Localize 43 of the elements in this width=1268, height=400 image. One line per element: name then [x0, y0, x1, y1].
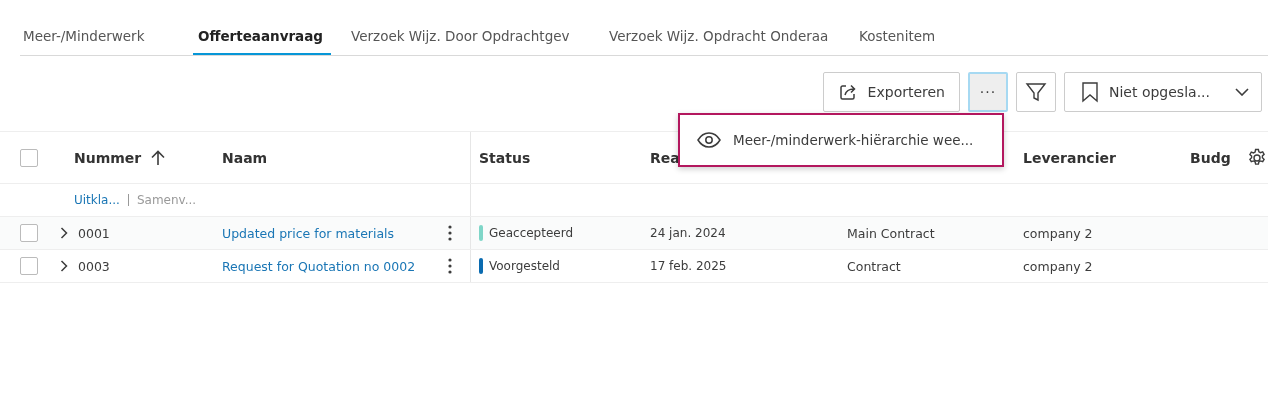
menu-item[interactable]: Meer-/minderwerk-hiërarchie wee...	[680, 132, 974, 148]
status-text: Voorgesteld	[489, 259, 560, 273]
table-cell: 24 jan. 2024	[650, 226, 726, 240]
row-checkbox[interactable]	[20, 224, 38, 242]
chevron-right-icon[interactable]	[60, 227, 68, 239]
share-icon	[837, 82, 858, 102]
column-header[interactable]: Rea	[650, 149, 680, 166]
filter-icon	[1025, 81, 1047, 103]
column-header[interactable]: Status	[479, 149, 531, 166]
table-cell: company 2	[1023, 225, 1093, 241]
column-header[interactable]: Leverancier	[1023, 149, 1116, 166]
table-cell: Contract	[847, 258, 901, 274]
eye-icon	[697, 132, 721, 148]
kebab-menu-icon[interactable]	[448, 258, 452, 274]
status-text: Geaccepteerd	[489, 226, 574, 240]
kebab-menu-icon[interactable]	[448, 225, 452, 241]
column-header[interactable]: Nummer	[74, 149, 142, 166]
chevron-right-icon[interactable]	[60, 260, 68, 272]
table-cell: 0003	[78, 258, 110, 274]
column-header[interactable]: Budg	[1190, 149, 1231, 166]
sort-up-icon	[151, 149, 166, 166]
table-cell: Main Contract	[847, 225, 935, 241]
table-cell: 0001	[78, 225, 110, 241]
settings-icon[interactable]	[1246, 147, 1267, 168]
filter-button[interactable]	[1016, 72, 1056, 112]
row-checkbox[interactable]	[20, 257, 38, 275]
name-link[interactable]: Request for Quotation no 0002	[222, 258, 416, 274]
tab[interactable]: Verzoek Wijz. Door Opdrachtgev	[351, 20, 589, 55]
table-cell: company 2	[1023, 258, 1093, 274]
chevron-down-icon	[1235, 88, 1249, 96]
tab[interactable]: Kostenitem	[859, 20, 936, 55]
more-button[interactable]: ···	[968, 72, 1008, 112]
tab[interactable]: Verzoek Wijz. Opdracht Onderaa	[609, 20, 839, 55]
tab[interactable]: Meer-/Minderwerk	[23, 20, 173, 55]
column-header[interactable]: Naam	[222, 149, 268, 166]
select-all-checkbox[interactable]	[20, 148, 38, 167]
table-cell: 17 feb. 2025	[650, 259, 727, 273]
bookmark-icon	[1081, 81, 1099, 103]
export-button[interactable]: Exporteren	[822, 72, 960, 112]
expand-all-link[interactable]: Uitkla...	[74, 193, 120, 207]
name-link[interactable]: Updated price for materials	[222, 225, 395, 241]
view-select[interactable]: Niet opgesla...	[1064, 72, 1262, 112]
tab[interactable]: Offerteaanvraag	[193, 20, 331, 55]
